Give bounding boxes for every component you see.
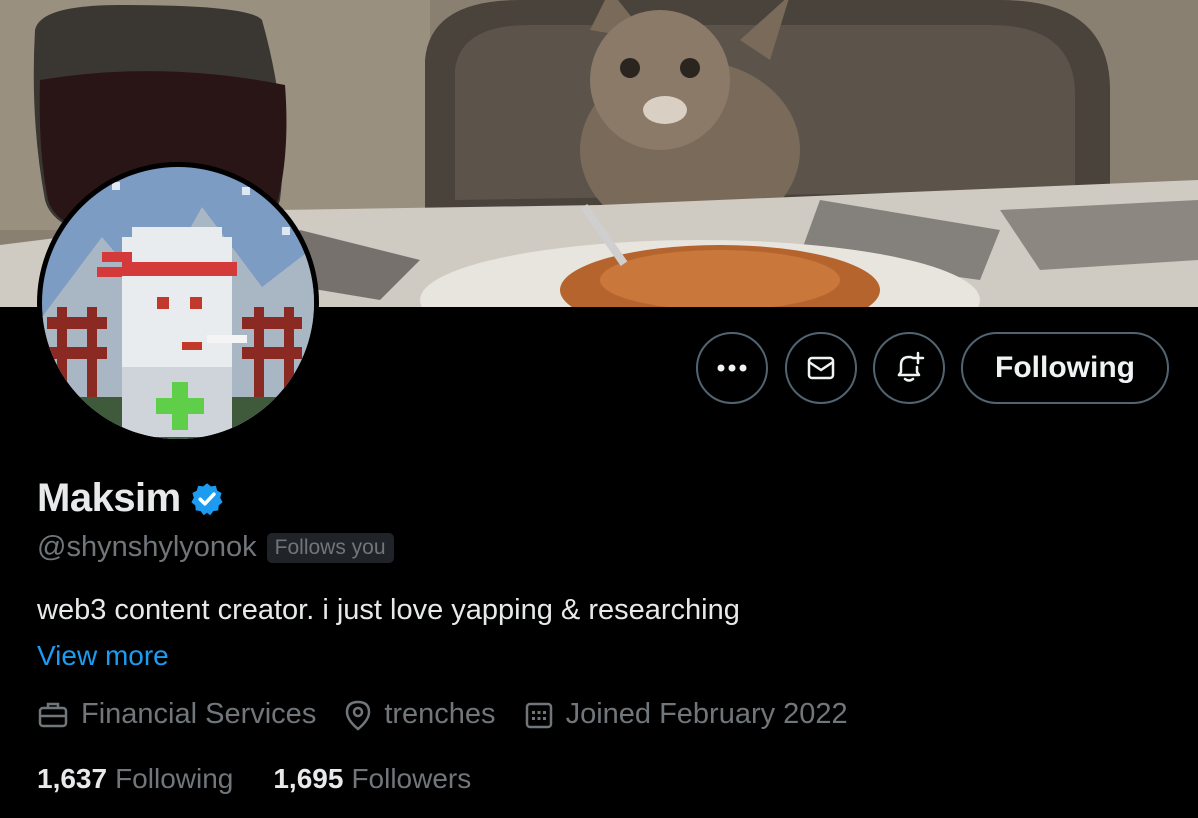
avatar[interactable] [37,162,319,444]
meta-location-label: trenches [384,698,496,730]
notify-button[interactable] [873,332,945,404]
following-stat-link[interactable]: 1,637 Following [37,763,233,795]
followers-stat-link[interactable]: 1,695 Followers [273,763,471,795]
profile-stats: 1,637 Following 1,695 Followers [37,763,471,795]
profile-bio: web3 content creator. i just love yappin… [37,594,740,626]
envelope-icon [807,356,835,380]
meta-joined: Joined February 2022 [524,698,848,731]
profile-meta: Financial Services trenches Joined Febru… [37,698,848,731]
location-pin-icon [346,700,371,731]
follows-you-badge: Follows you [266,532,394,563]
profile-name-row: Maksim [37,476,225,521]
calendar-icon [525,702,552,728]
briefcase-icon [38,702,68,727]
pixel-art-ninja-avatar [42,167,314,439]
following-label: Following [115,763,234,794]
meta-joined-label: Joined February 2022 [565,698,848,730]
bell-plus-icon [897,351,925,382]
followers-count: 1,695 [273,763,344,794]
meta-location: trenches [344,698,496,731]
more-icon [717,364,747,372]
meta-category: Financial Services [37,698,316,731]
handle-row: @shynshylyonok Follows you [37,531,394,564]
message-button[interactable] [785,332,857,404]
following-button[interactable]: Following [961,332,1169,404]
meta-category-label: Financial Services [81,698,317,730]
view-more-link[interactable]: View more [37,640,169,672]
profile-handle: @shynshylyonok [37,531,257,563]
verified-badge-icon[interactable] [189,481,225,517]
profile-name: Maksim [37,476,181,520]
followers-label: Followers [351,763,472,794]
following-count: 1,637 [37,763,108,794]
more-button[interactable] [696,332,768,404]
